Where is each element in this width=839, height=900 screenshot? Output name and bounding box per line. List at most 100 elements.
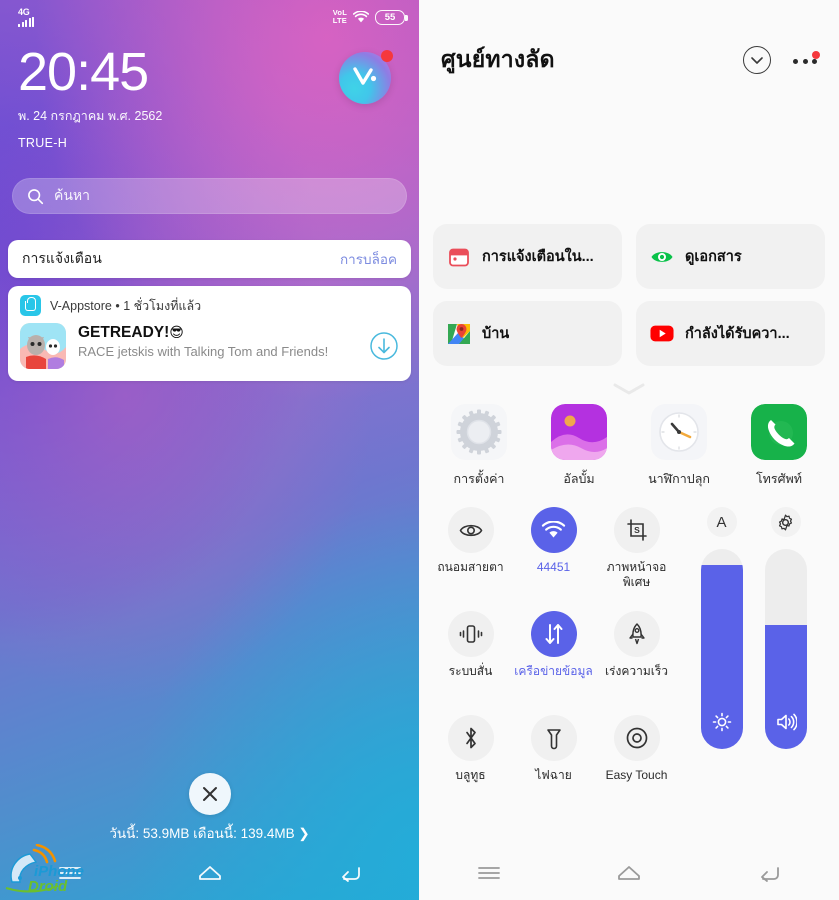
- shortcut-card-calendar[interactable]: การแจ้งเตือนใน...: [433, 224, 622, 289]
- app-settings[interactable]: การตั้งค่า: [429, 404, 529, 489]
- toggle-label: เร่งความเร็ว: [604, 664, 669, 678]
- google-maps-icon: [447, 322, 471, 346]
- home-button[interactable]: [615, 863, 643, 888]
- notification-text: GETREADY!😎 RACE jetskis with Talking Tom…: [78, 323, 357, 360]
- toggle-vibrate[interactable]: ระบบสั่น: [429, 611, 512, 707]
- brightness-sun-icon: [712, 712, 732, 737]
- sound-settings-gear-icon[interactable]: [770, 507, 801, 537]
- back-arrow-icon: [341, 866, 360, 882]
- toggle-label: เครือข่ายข้อมูล: [514, 664, 593, 678]
- toggle-easy-touch[interactable]: Easy Touch: [595, 715, 678, 811]
- shortcut-center-panel: ศูนย์ทางลัด การแจ้งเตือนใน... ดูเอกสาร บ…: [419, 0, 839, 900]
- toggle-screenshot[interactable]: S ภาพหน้าจอพิเศษ: [595, 507, 678, 603]
- gallery-album-icon: [551, 404, 607, 460]
- navigation-bar-right: [419, 850, 839, 900]
- youtube-icon: [650, 322, 674, 346]
- toggle-wifi[interactable]: 44451: [512, 507, 595, 603]
- bluetooth-icon: [447, 715, 494, 761]
- toggle-mobile-data[interactable]: เครือข่ายข้อมูล: [512, 611, 595, 707]
- app-album[interactable]: อัลบั้ม: [529, 404, 629, 489]
- close-icon: [202, 787, 217, 801]
- back-arrow-icon: [761, 866, 780, 882]
- toggle-bluetooth[interactable]: บลูทูธ: [429, 715, 512, 811]
- notification-body: GETREADY!😎 RACE jetskis with Talking Tom…: [20, 323, 399, 369]
- volume-speaker-icon: [775, 712, 798, 737]
- chevron-down-circle-icon: [751, 56, 763, 64]
- notification-header-title: การแจ้งเตือน: [22, 250, 102, 266]
- app-label: อัลบั้ม: [563, 472, 595, 486]
- toggle-eye-comfort[interactable]: ถนอมสายตา: [429, 507, 512, 603]
- more-options-button[interactable]: [793, 51, 820, 64]
- phone-icon: [751, 404, 807, 460]
- search-icon: [28, 188, 44, 204]
- status-bar: 4G VoL LTE 55: [0, 0, 419, 30]
- notification-block-action[interactable]: การบล็อค: [340, 248, 397, 270]
- screenshot-icon: S: [613, 507, 660, 553]
- search-input[interactable]: ค้นหา: [12, 178, 407, 214]
- notification-card[interactable]: V-Appstore • 1 ชั่วโมงที่แล้ว GETREADY!😎…: [8, 286, 411, 381]
- notification-source-row: V-Appstore • 1 ชั่วโมงที่แล้ว: [20, 295, 399, 316]
- flashlight-icon: [530, 715, 577, 761]
- brightness-slider[interactable]: A: [700, 507, 743, 811]
- shortcut-card-label: ดูเอกสาร: [685, 249, 742, 265]
- alarm-clock-icon: [651, 404, 707, 460]
- svg-text:S: S: [634, 525, 640, 535]
- rocket-boost-icon: [613, 611, 660, 657]
- download-arrow-icon: [370, 332, 398, 360]
- shortcut-card-label: การแจ้งเตือนใน...: [482, 249, 594, 265]
- collapse-button[interactable]: [743, 46, 771, 74]
- v-logo-icon: [353, 67, 377, 85]
- notification-title: GETREADY!😎: [78, 324, 184, 341]
- battery-percent-label: 55: [384, 11, 396, 23]
- shortcut-card-home-maps[interactable]: บ้าน: [433, 301, 622, 366]
- wifi-icon: [353, 10, 369, 22]
- search-placeholder: ค้นหา: [54, 187, 91, 203]
- app-alarm-clock[interactable]: นาฬิกาปลุก: [629, 404, 729, 489]
- volume-slider-track[interactable]: [764, 549, 807, 749]
- app-phone[interactable]: โทรศัพท์: [729, 404, 829, 489]
- eye-comfort-icon: [447, 507, 494, 553]
- v-appstore-badge[interactable]: [339, 50, 393, 104]
- toggle-label: ไฟฉาย: [535, 768, 572, 782]
- auto-brightness-icon[interactable]: A: [706, 507, 737, 537]
- more-options-badge: [812, 51, 820, 59]
- shortcut-card-label: บ้าน: [482, 326, 510, 342]
- notification-source-label: V-Appstore • 1 ชั่วโมงที่แล้ว: [50, 298, 202, 313]
- data-usage-label[interactable]: วันนี้: 53.9MB เดือนนี้: 139.4MB ❯: [0, 822, 419, 844]
- clock-date: พ. 24 กรกฎาคม พ.ศ. 2562: [18, 109, 163, 123]
- shortcut-card-youtube[interactable]: กำลังได้รับควา...: [636, 301, 825, 366]
- clear-notifications-button[interactable]: [188, 773, 231, 815]
- easy-touch-icon: [613, 715, 660, 761]
- eye-icon: [650, 245, 674, 269]
- page-title: ศูนย์ทางลัด: [441, 46, 555, 72]
- notification-download-button[interactable]: [369, 331, 399, 361]
- home-button[interactable]: [196, 863, 224, 888]
- toggle-label: Easy Touch: [605, 768, 668, 782]
- unread-dot: [381, 50, 393, 62]
- mobile-data-icon: [530, 611, 577, 657]
- calendar-icon: [447, 245, 471, 269]
- recents-button[interactable]: [476, 864, 502, 887]
- toggle-label: ระบบสั่น: [448, 664, 493, 678]
- toggle-speed-boost[interactable]: เร่งความเร็ว: [595, 611, 678, 707]
- back-button[interactable]: [337, 863, 363, 888]
- quick-toggles-area: ถนอมสายตา 44451 S ภาพหน้าจอพิเศษ ระบบสั่…: [419, 507, 839, 811]
- notification-header-card: การแจ้งเตือน การบล็อค: [8, 240, 411, 278]
- battery-indicator: 55: [375, 9, 408, 25]
- settings-gear-icon: [451, 404, 507, 460]
- back-button[interactable]: [756, 863, 782, 888]
- apps-row: การตั้งค่า อัลบั้ม นาฬิกาปลุก โทรศัพท์: [429, 404, 829, 489]
- shortcut-cards-grid: การแจ้งเตือนใน... ดูเอกสาร บ้าน กำลังได้…: [433, 224, 825, 366]
- v-appstore-icon: [20, 295, 41, 316]
- quick-toggles-grid: ถนอมสายตา 44451 S ภาพหน้าจอพิเศษ ระบบสั่…: [429, 507, 678, 811]
- chevron-down-icon[interactable]: [612, 382, 646, 396]
- network-type-label: 4G: [18, 6, 30, 17]
- brightness-slider-track[interactable]: [700, 549, 743, 749]
- sliders-area: A: [678, 507, 833, 811]
- volume-slider[interactable]: [764, 507, 807, 811]
- toggle-label: ถนอมสายตา: [437, 560, 504, 574]
- toggle-flashlight[interactable]: ไฟฉาย: [512, 715, 595, 811]
- shortcut-card-view-document[interactable]: ดูเอกสาร: [636, 224, 825, 289]
- carrier-label: TRUE-H: [18, 136, 68, 150]
- home-icon: [618, 865, 640, 880]
